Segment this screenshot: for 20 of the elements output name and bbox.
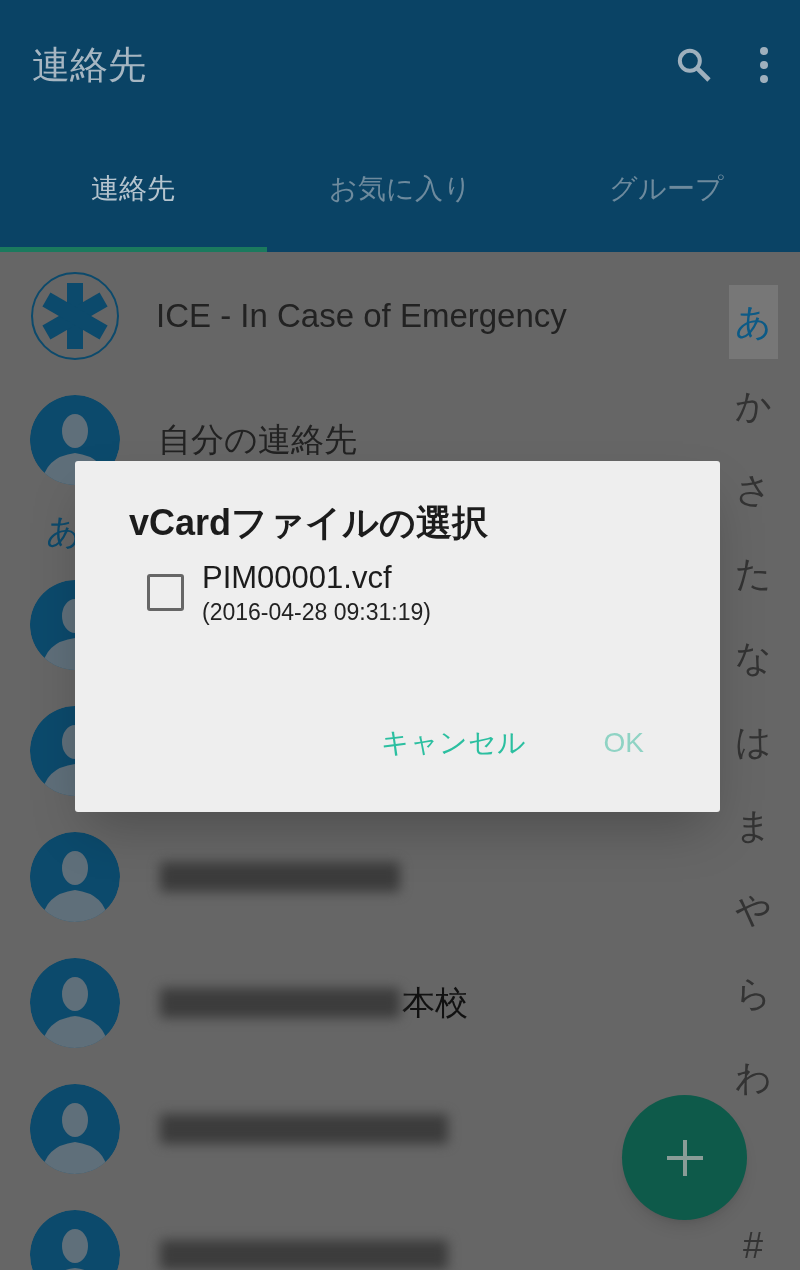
more-icon[interactable] (758, 45, 770, 85)
person-avatar-icon (30, 958, 120, 1048)
plus-icon (664, 1137, 705, 1178)
contact-name[interactable]: 自分の連絡先 (158, 415, 357, 465)
dialog-title: vCardファイルの選択 (129, 505, 490, 541)
tab[interactable]: お気に入り (266, 130, 534, 252)
index-letter[interactable]: あ (728, 285, 778, 359)
tab[interactable]: グループ (533, 130, 800, 252)
file-date: (2016-04-28 09:31:19) (202, 597, 431, 627)
tab[interactable]: 連絡先 (0, 130, 267, 252)
contact-name[interactable]: ICE - In Case of Emergency (156, 291, 567, 341)
contact-name: 本校 (402, 983, 468, 1024)
index-letter[interactable]: # (737, 1209, 769, 1270)
file-name: PIM00001.vcf (202, 559, 393, 597)
dialog-button[interactable]: キャンセル (380, 722, 526, 764)
person-avatar-icon (30, 832, 120, 922)
star-of-life-icon (30, 271, 120, 361)
person-avatar-icon (30, 1084, 120, 1174)
checkbox[interactable] (147, 574, 184, 612)
app-title: 連絡先 (32, 42, 147, 88)
